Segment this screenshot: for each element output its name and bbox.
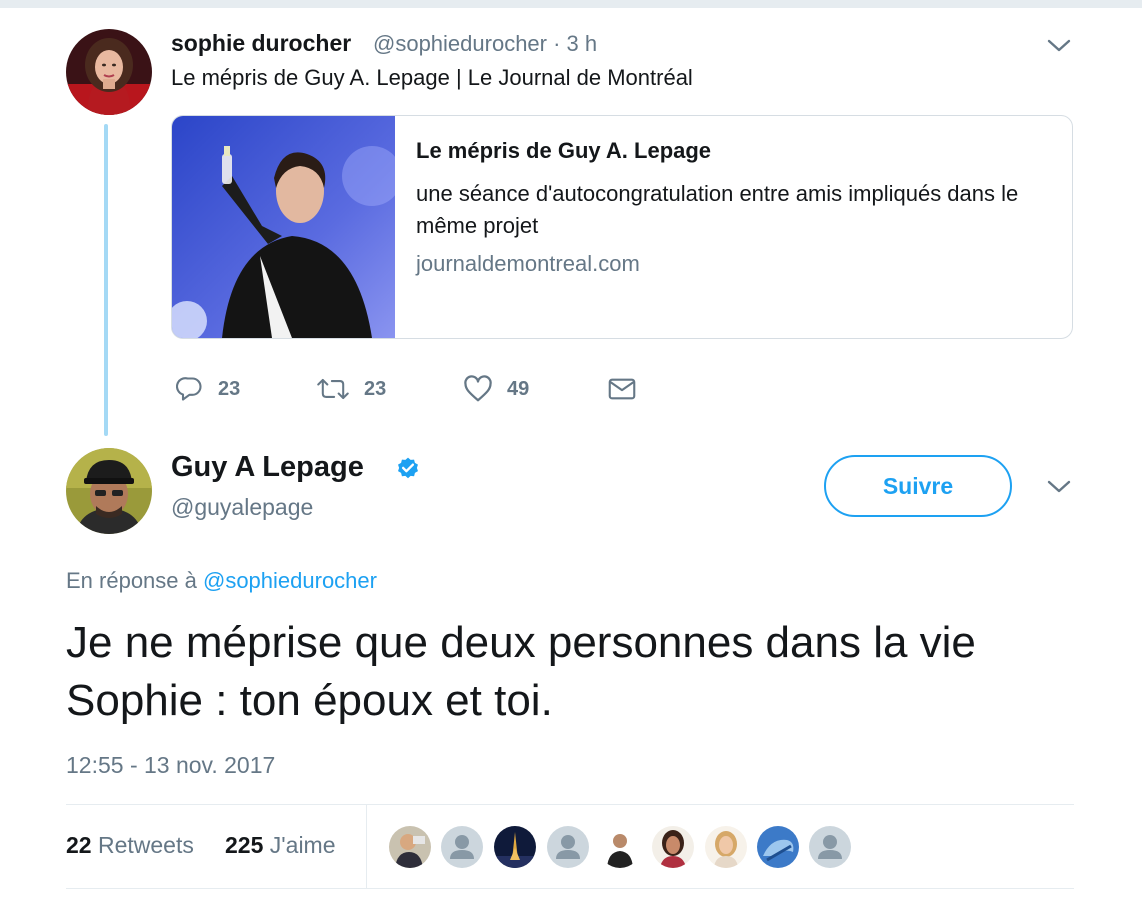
- liker-avatar[interactable]: [757, 826, 799, 868]
- chevron-down-icon[interactable]: [1045, 36, 1073, 56]
- default-avatar-icon[interactable]: [547, 826, 589, 868]
- follow-button[interactable]: Suivre: [824, 455, 1012, 517]
- tweet2-handle[interactable]: @guyalepage: [171, 494, 313, 521]
- reply-action[interactable]: 23: [176, 373, 240, 405]
- liker-avatar[interactable]: [494, 826, 536, 868]
- likes-stat[interactable]: 225 J'aime: [225, 832, 336, 859]
- tweet-timestamp[interactable]: 12:55 - 13 nov. 2017: [66, 752, 275, 779]
- reply-icon: [176, 377, 202, 401]
- like-count: 49: [507, 377, 530, 400]
- card-title: Le mépris de Guy A. Lepage: [416, 138, 712, 163]
- liker-avatar[interactable]: [389, 826, 431, 868]
- retweet-icon: [317, 378, 349, 400]
- tweet2-text: Je ne méprise que deux personnes dans la…: [66, 618, 976, 725]
- avatar-guy-a-lepage[interactable]: [66, 448, 152, 534]
- retweet-count: 23: [364, 377, 387, 400]
- tweet1-author-name[interactable]: sophie durocher: [171, 30, 351, 57]
- direct-message-action[interactable]: [608, 373, 636, 405]
- retweets-count: 22: [66, 832, 92, 858]
- likes-label: J'aime: [269, 832, 336, 858]
- reply-count: 23: [218, 377, 241, 400]
- stats-bottom-divider: [66, 888, 1074, 889]
- chevron-down-icon[interactable]: [1045, 477, 1073, 497]
- stats-vertical-divider: [366, 805, 367, 889]
- tweet1-handle-time[interactable]: @sophiedurocher · 3 h: [373, 31, 597, 57]
- default-avatar-icon[interactable]: [441, 826, 483, 868]
- card-description: une séance d'autocongratulation entre am…: [416, 181, 1019, 238]
- tweet2-author-name[interactable]: Guy A Lepage: [171, 451, 364, 484]
- liker-avatar[interactable]: [599, 826, 641, 868]
- retweets-label: Retweets: [97, 832, 194, 858]
- direct-message-icon: [608, 378, 636, 400]
- tweet1-text: Le mépris de Guy A. Lepage | Le Journal …: [171, 65, 693, 90]
- liker-avatar[interactable]: [652, 826, 694, 868]
- thread-connector: [104, 124, 108, 436]
- like-action[interactable]: 49: [463, 373, 529, 405]
- avatar-sophie-durocher[interactable]: [66, 29, 152, 115]
- card-thumbnail: [172, 116, 402, 338]
- default-avatar-icon[interactable]: [809, 826, 851, 868]
- verified-badge-icon: [398, 457, 418, 479]
- retweet-action[interactable]: 23: [316, 373, 386, 405]
- retweets-stat[interactable]: 22 Retweets: [66, 832, 194, 859]
- top-divider: [0, 0, 1142, 8]
- likes-count: 225: [225, 832, 264, 858]
- reply-mention-link[interactable]: @sophiedurocher: [203, 568, 377, 593]
- like-icon: [464, 375, 492, 402]
- liker-avatar[interactable]: [705, 826, 747, 868]
- reply-context: En réponse à @sophiedurocher: [66, 568, 377, 594]
- link-preview-card[interactable]: Le mépris de Guy A. Lepage une séance d'…: [171, 115, 1073, 339]
- card-domain: journaldemontreal.com: [416, 251, 640, 276]
- stats-top-divider: [66, 804, 1074, 805]
- reply-prefix: En réponse à: [66, 568, 203, 593]
